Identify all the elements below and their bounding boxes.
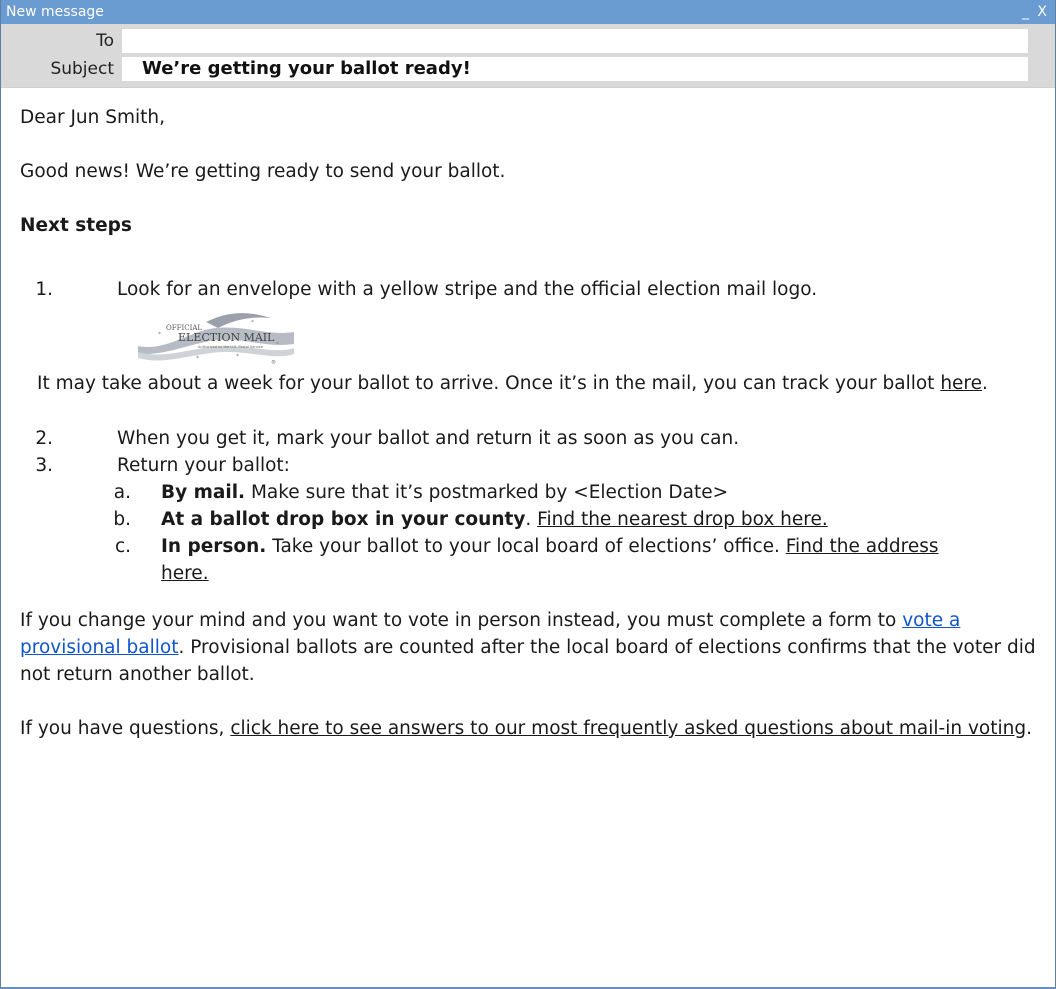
subject-row: Subject We’re getting your ballot ready! xyxy=(1,55,1055,83)
title-bar: New message _ X xyxy=(1,0,1055,24)
close-button[interactable]: X xyxy=(1037,4,1047,20)
message-header: To Subject We’re getting your ballot rea… xyxy=(1,24,1055,88)
svg-text:*: * xyxy=(196,355,199,362)
step-2-number: 2. xyxy=(35,428,53,449)
step-2-text: When you get it, mark your ballot and re… xyxy=(117,428,740,449)
svg-text:*: * xyxy=(236,353,239,360)
svg-text:*: * xyxy=(276,341,279,348)
subject-label: Subject xyxy=(50,59,114,79)
compose-window: New message _ X To Subject We’re getting… xyxy=(0,0,1056,989)
sub-step-c: c. In person. Take your ballot to your l… xyxy=(20,533,1040,587)
minimize-button[interactable]: _ xyxy=(1022,4,1029,20)
sub-step-c-letter: c. xyxy=(114,536,131,557)
faq-link[interactable]: click here to see answers to our most fr… xyxy=(230,718,1026,739)
window-controls: _ X xyxy=(1018,4,1047,20)
step-1-text: Look for an envelope with a yellow strip… xyxy=(117,279,818,300)
election-mail-logo-icon: OFFICIAL ELECTION MAIL Authorized by the… xyxy=(138,313,294,366)
window-title: New message xyxy=(6,4,104,20)
election-mail-logo: OFFICIAL ELECTION MAIL Authorized by the… xyxy=(20,308,1040,370)
message-body[interactable]: Dear Jun Smith, Good news! We’re getting… xyxy=(1,88,1040,742)
step-1-number: 1. xyxy=(35,279,53,300)
logo-line2: ELECTION MAIL xyxy=(178,331,275,344)
sub-step-b: b. At a ballot drop box in your county. … xyxy=(20,506,1040,533)
provisional-paragraph: If you change your mind and you want to … xyxy=(20,610,1036,685)
questions-paragraph: If you have questions, click here to see… xyxy=(20,718,1032,739)
drop-box-link[interactable]: Find the nearest drop box here. xyxy=(537,509,828,530)
to-label: To xyxy=(96,31,114,51)
to-row: To xyxy=(1,27,1055,55)
sub-step-a: a. By mail. Make sure that it’s postmark… xyxy=(20,479,1040,506)
logo-line3: Authorized by the U.S. Postal Service xyxy=(198,345,263,349)
svg-text:*: * xyxy=(251,319,254,326)
sub-step-b-letter: b. xyxy=(113,509,131,530)
step-3: 3. Return your ballot: xyxy=(20,452,1040,479)
step-1: 1. Look for an envelope with a yellow st… xyxy=(20,276,1040,303)
subject-field[interactable]: We’re getting your ballot ready! xyxy=(122,57,1028,81)
intro-text: Good news! We’re getting ready to send y… xyxy=(20,161,506,182)
step-3-text: Return your ballot: xyxy=(117,455,290,476)
step-3-number: 3. xyxy=(35,455,53,476)
to-field[interactable] xyxy=(122,29,1028,53)
track-ballot-link[interactable]: here xyxy=(940,373,982,394)
next-steps-heading: Next steps xyxy=(20,215,132,236)
step-2: 2. When you get it, mark your ballot and… xyxy=(20,425,1040,452)
svg-text:*: * xyxy=(158,331,161,338)
greeting: Dear Jun Smith, xyxy=(20,107,166,128)
logo-reg: ® xyxy=(271,359,276,366)
step-1-note: It may take about a week for your ballot… xyxy=(37,373,988,394)
sub-step-a-letter: a. xyxy=(113,482,131,503)
